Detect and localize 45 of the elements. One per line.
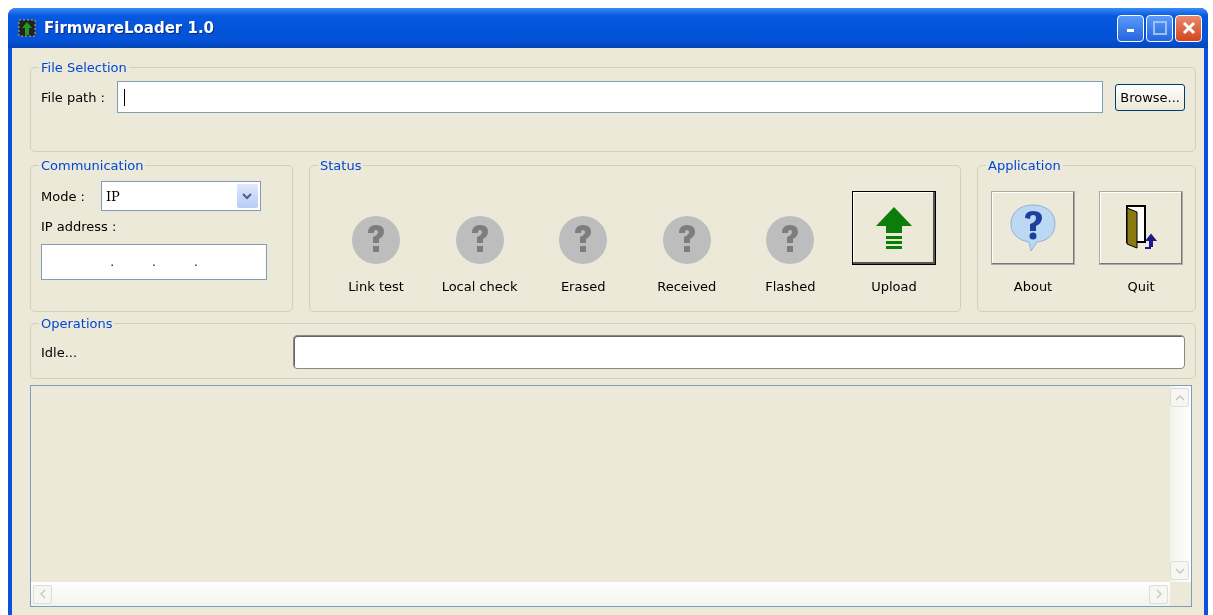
question-icon bbox=[661, 215, 712, 265]
question-icon bbox=[454, 215, 505, 265]
group-title: Application bbox=[987, 158, 1062, 173]
chevron-left-icon bbox=[39, 589, 46, 599]
chevron-right-icon bbox=[1155, 589, 1162, 599]
group-title: File Selection bbox=[40, 60, 128, 75]
horizontal-scrollbar[interactable] bbox=[31, 582, 1170, 606]
mode-label: Mode : bbox=[41, 188, 85, 204]
group-title: Communication bbox=[40, 158, 145, 173]
vertical-scrollbar[interactable] bbox=[1170, 386, 1191, 582]
question-icon bbox=[351, 215, 401, 265]
status-step-label: Link test bbox=[348, 279, 404, 294]
status-step-label: Received bbox=[657, 279, 717, 294]
file-path-label: File path : bbox=[41, 89, 105, 105]
maximize-button[interactable] bbox=[1146, 14, 1173, 42]
help-bubble-icon bbox=[1009, 203, 1057, 253]
status-step-label: Erased bbox=[560, 279, 606, 294]
ip-address-field[interactable]: . . . bbox=[41, 244, 267, 280]
button-caption: About bbox=[1013, 279, 1053, 294]
button-caption: Quit bbox=[1127, 279, 1155, 294]
quit-button[interactable] bbox=[1099, 191, 1183, 265]
maximize-icon bbox=[1152, 21, 1167, 35]
upload-button[interactable] bbox=[851, 191, 936, 265]
operation-status-text: Idle... bbox=[41, 344, 78, 360]
ip-address-label: IP address : bbox=[41, 219, 117, 234]
upload-label: Upload bbox=[871, 279, 917, 294]
chevron-down-icon bbox=[242, 192, 253, 200]
chip-upload-icon bbox=[18, 19, 36, 37]
question-icon bbox=[765, 215, 816, 265]
chevron-up-icon bbox=[1174, 394, 1185, 401]
chevron-down-icon bbox=[1174, 567, 1185, 574]
question-icon bbox=[558, 215, 609, 265]
close-icon bbox=[1181, 21, 1196, 35]
about-button[interactable] bbox=[991, 191, 1075, 265]
window-title: FirmwareLoader 1.0 bbox=[44, 19, 216, 37]
upload-arrow-icon bbox=[874, 206, 913, 250]
minimize-button[interactable] bbox=[1117, 14, 1144, 42]
mode-dropdown[interactable]: IP bbox=[100, 181, 261, 211]
group-title: Status bbox=[319, 158, 363, 173]
status-step-label: Local check bbox=[441, 279, 518, 294]
browse-button[interactable]: Browse... bbox=[1115, 83, 1185, 111]
group-title: Operations bbox=[40, 316, 114, 331]
file-path-field[interactable] bbox=[116, 81, 1104, 113]
close-button[interactable] bbox=[1175, 14, 1202, 42]
status-step-label: Flashed bbox=[765, 279, 816, 294]
